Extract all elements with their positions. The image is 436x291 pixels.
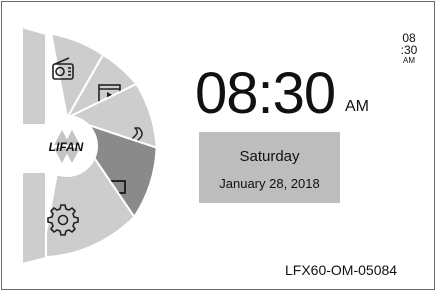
brand-logo: LIFAN — [49, 140, 84, 154]
side-menu: LIFAN — [21, 25, 158, 266]
status-clock: 08 :30 AM — [394, 32, 424, 65]
side-band-lower — [21, 171, 47, 266]
figure-reference: LFX60-OM-05084 — [285, 262, 398, 278]
status-clock-minute: :30 — [400, 43, 418, 57]
clock-time: 08:30 — [195, 61, 336, 126]
weekday-label: Saturday — [239, 148, 300, 165]
date-label: January 28, 2018 — [219, 176, 320, 191]
clock-ampm: AM — [345, 98, 369, 115]
side-band-upper — [21, 25, 47, 126]
head-unit-screen: LIFAN 08:30 AM Saturday January 28, 2018… — [1, 1, 435, 290]
status-clock-ampm: AM — [403, 56, 415, 65]
main-clock: 08:30 AM — [195, 62, 395, 126]
date-card[interactable]: Saturday January 28, 2018 — [199, 132, 340, 203]
